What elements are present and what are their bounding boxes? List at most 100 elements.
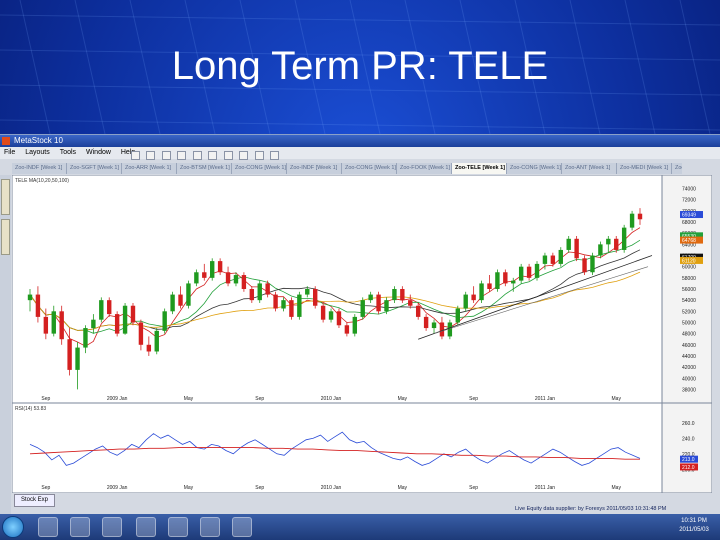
chart-tab[interactable]: Zoo-SGFT [Week 1] (67, 163, 122, 174)
chart-tab[interactable]: Zoo-TELE [Week 1] (452, 163, 507, 174)
candle-body (305, 289, 310, 295)
grid-line (0, 119, 720, 131)
candle-body (67, 339, 72, 370)
x-tick-label: 2011 Jan (535, 396, 555, 402)
candle-body (629, 213, 635, 228)
candle-body (91, 319, 96, 329)
candle-body (130, 305, 136, 323)
x-tick-label: Sep (255, 396, 264, 402)
side-tab-fundamentals[interactable] (1, 219, 10, 255)
chart-tab[interactable]: Zoo-ANT [Week 1] (562, 163, 617, 174)
candle-body (479, 283, 484, 301)
app-window: MetaStock 10 File Layouts Tools Window H… (0, 134, 720, 515)
y-tick-label: 260.0 (682, 421, 695, 427)
candle-body (51, 311, 56, 334)
x-tick-label: May (612, 396, 622, 402)
chart-tab[interactable]: Zoo-INDF [Week 1] (672, 163, 682, 174)
candle-body (27, 294, 33, 301)
folder-icon[interactable] (70, 517, 90, 537)
chart-tab[interactable]: Zoo-CONG [Week 1] (342, 163, 397, 174)
ie-icon[interactable] (38, 517, 58, 537)
candle-body (162, 311, 167, 331)
chart-tab[interactable]: Zoo-FOOK [Week 1] (397, 163, 452, 174)
candle-body (225, 272, 231, 284)
candle-body (210, 261, 215, 278)
candle-body (487, 283, 492, 289)
candle-body (202, 272, 207, 278)
menu-layouts[interactable]: Layouts (21, 147, 54, 159)
media-player-icon[interactable] (102, 517, 122, 537)
toolbar-button-icon[interactable] (161, 151, 171, 160)
candle-body (574, 238, 579, 259)
candle-body (194, 272, 199, 284)
y-tick-label: 44000 (682, 354, 696, 360)
candle-body (122, 305, 128, 334)
candle-body (360, 300, 365, 317)
x-tick-label: Sep (469, 485, 478, 491)
x-tick-label: May (398, 396, 408, 402)
price-label: 212.0 (682, 465, 695, 471)
y-tick-label: 48000 (682, 332, 696, 338)
toolbar-button-icon[interactable] (270, 151, 280, 160)
candle-body (154, 330, 159, 352)
chart-area[interactable]: TELE MA(10,20,50,100) RSI(14) 53.83 74000 7… (12, 175, 712, 493)
candle-body (170, 294, 175, 312)
chart-tab[interactable]: Zoo-INDF [Week 1] (12, 163, 67, 174)
candle-body (217, 261, 223, 273)
windows-start-icon[interactable] (2, 516, 24, 538)
toolbar-button-icon[interactable] (208, 151, 218, 160)
price-label: 64768 (682, 238, 696, 244)
candle-body (598, 244, 603, 256)
chart-tab[interactable]: Zoo-INDF [Week 1] (287, 163, 342, 174)
toolbar-button-icon[interactable] (177, 151, 187, 160)
chart-tab[interactable]: Zoo-BTSM [Week 1] (177, 163, 232, 174)
candle-body (408, 300, 413, 306)
toolbar-button-icon[interactable] (254, 151, 264, 160)
candle-body (114, 314, 120, 334)
candle-body (99, 300, 104, 320)
candle-body (281, 300, 286, 309)
slide-title: Long Term PR: TELE (171, 44, 549, 88)
candle-body (614, 238, 619, 250)
price-label: 69349 (682, 213, 696, 219)
toolbar-button-icon[interactable] (192, 151, 202, 160)
settings-icon[interactable] (232, 517, 252, 537)
y-tick-label: 42000 (682, 365, 696, 371)
toolbar-button-icon[interactable] (131, 151, 140, 160)
chart-tab[interactable]: Zoo-CONG [Week 1] (507, 163, 562, 174)
toolbar-button-icon[interactable] (146, 151, 156, 160)
x-tick-label: Sep (255, 485, 264, 491)
x-tick-label: May (398, 485, 408, 491)
x-tick-label: May (184, 485, 194, 491)
y-tick-label: 54000 (682, 298, 696, 304)
y-tick-label: 60000 (682, 265, 696, 271)
candle-body (328, 311, 334, 320)
status-tab[interactable]: Stock Exp (14, 494, 56, 507)
paint-icon[interactable] (136, 517, 156, 537)
candle-body (590, 255, 595, 273)
menu-window[interactable]: Window (82, 147, 115, 159)
candle-body (566, 238, 571, 250)
metastock-icon[interactable] (200, 517, 220, 537)
candle-body (59, 311, 64, 340)
candle-body (352, 316, 358, 334)
toolbar-button-icon[interactable] (223, 151, 233, 160)
price-label: 213.0 (682, 457, 695, 463)
candle-body (186, 283, 191, 306)
candle-body (471, 294, 476, 301)
chart-tab[interactable]: Zoo-MEDI [Week 1] (617, 163, 672, 174)
candle-body (558, 249, 563, 264)
menu-file[interactable]: File (0, 147, 19, 159)
price-label: 61120 (682, 258, 696, 264)
chart-tab[interactable]: Zoo-CONG [Week 1] (232, 163, 287, 174)
chart-tab[interactable]: Zoo-ARR [Week 1] (122, 163, 177, 174)
side-tab-charts[interactable] (1, 179, 10, 215)
main-chart-title: TELE MA(10,20,50,100) (15, 178, 69, 184)
y-tick-label: 56000 (682, 287, 696, 293)
menu-tools[interactable]: Tools (56, 147, 80, 159)
candle-body (455, 308, 460, 323)
candle-body (297, 294, 302, 317)
candle-body (336, 311, 342, 326)
toolbar-button-icon[interactable] (239, 151, 249, 160)
skype-icon[interactable] (168, 517, 188, 537)
